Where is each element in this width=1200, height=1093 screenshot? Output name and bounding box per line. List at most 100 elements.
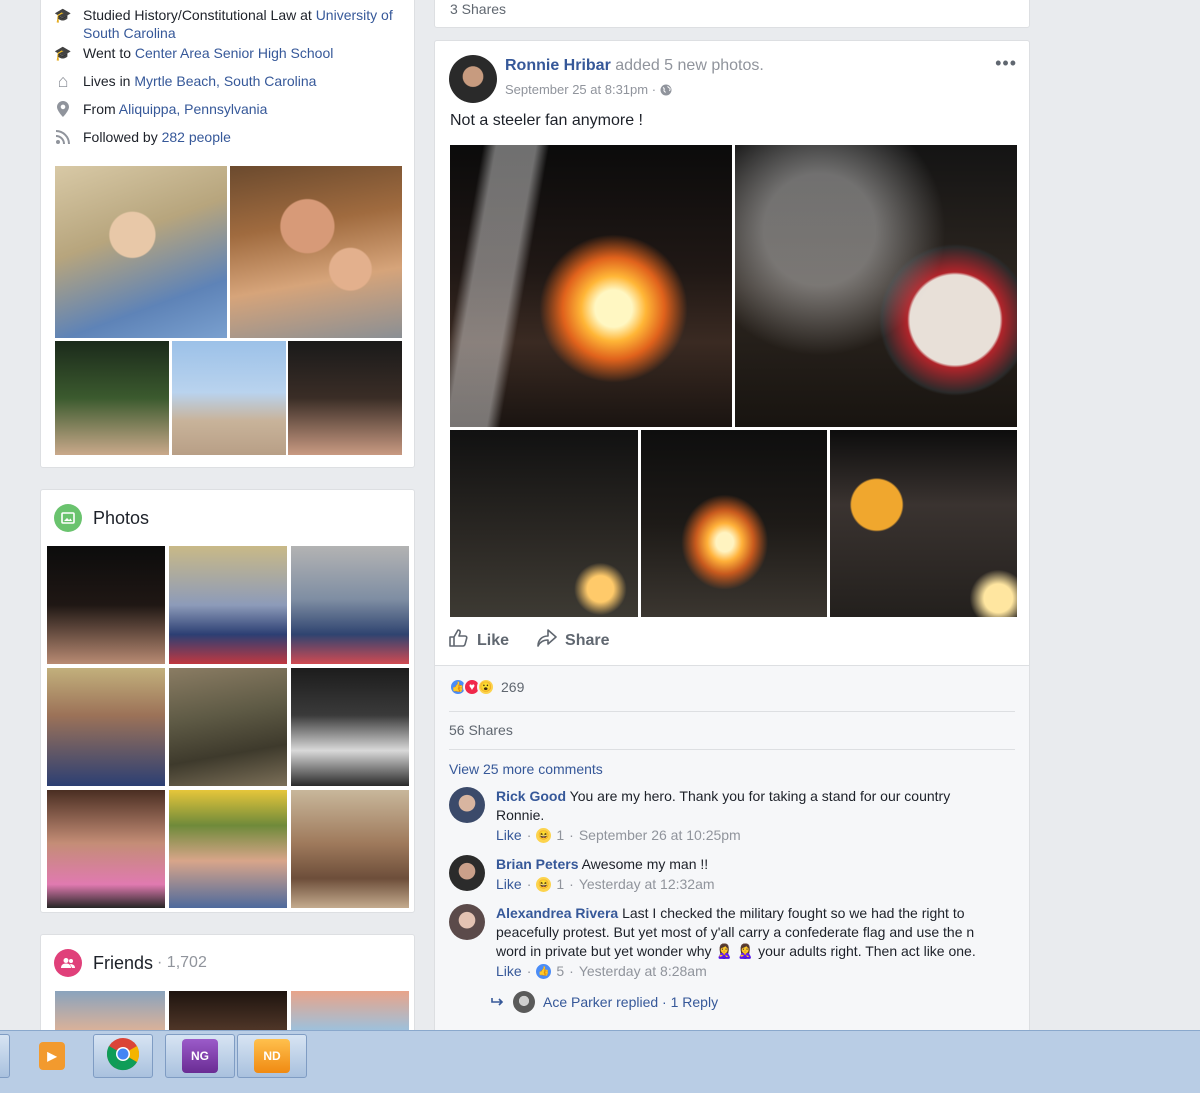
commenter-avatar[interactable]	[449, 904, 485, 940]
intro-text: Lives in	[83, 73, 135, 89]
post-photo[interactable]	[735, 145, 1017, 427]
intro-text: Studied History/Constitutional Law at	[83, 7, 316, 23]
post-photo[interactable]	[450, 145, 732, 427]
thumbs-up-icon	[449, 629, 469, 652]
photos-card: Photos	[40, 489, 415, 913]
featured-photo[interactable]	[230, 166, 402, 338]
comment-reaction-count[interactable]: 1	[556, 826, 564, 845]
comment-like-button[interactable]: Like	[496, 875, 522, 894]
author-name[interactable]: Ronnie Hribar	[505, 57, 611, 74]
post-text: Not a steeler fan anymore !	[450, 112, 643, 129]
post-photo[interactable]	[450, 430, 638, 617]
hometown-link[interactable]: Aliquippa, Pennsylvania	[119, 101, 268, 117]
followers-link[interactable]: 282 people	[162, 129, 231, 145]
graduation-cap-icon: 🎓	[54, 45, 72, 61]
photo-thumbnail[interactable]	[291, 790, 409, 908]
divider	[449, 711, 1015, 712]
photos-icon	[54, 504, 82, 532]
location-pin-icon	[54, 100, 72, 118]
intro-row-lives: ⌂ Lives in Myrtle Beach, South Carolina	[54, 72, 403, 90]
nd-app-icon: ND	[254, 1039, 290, 1073]
featured-photo[interactable]	[55, 166, 227, 338]
reactions-summary[interactable]: 👍 ♥ 😮 269	[449, 678, 524, 696]
commenter-avatar[interactable]	[449, 787, 485, 823]
featured-photo[interactable]	[172, 341, 286, 455]
comment-like-button[interactable]: Like	[496, 962, 522, 981]
friends-icon	[54, 949, 82, 977]
share-arrow-icon	[537, 629, 557, 652]
comment-timestamp[interactable]: Yesterday at 12:32am	[579, 875, 715, 894]
post-action-bar: Like Share	[449, 629, 609, 652]
like-reaction-icon: 👍	[536, 964, 552, 979]
replies-text[interactable]: Ace Parker replied · 1 Reply	[543, 994, 718, 1010]
media-player-icon: ▶	[39, 1042, 65, 1070]
taskbar-button-chrome[interactable]	[93, 1034, 153, 1078]
windows-taskbar: ▶ NG ND	[0, 1030, 1200, 1093]
author-avatar[interactable]	[449, 55, 497, 103]
like-label: Like	[477, 631, 510, 649]
previous-post-footer: 3 Shares	[434, 0, 1030, 28]
commenter-name[interactable]: Brian Peters	[496, 856, 578, 872]
share-button[interactable]: Share	[537, 629, 609, 652]
taskbar-button-media-player[interactable]: ▶	[32, 1034, 72, 1078]
intro-text: Followed by	[83, 129, 162, 145]
post-photo[interactable]	[641, 430, 827, 617]
intro-row-followers: Followed by 282 people	[54, 128, 403, 146]
post-timestamp[interactable]: September 25 at 8:31pm ·	[505, 82, 660, 97]
reply-arrow-icon	[491, 994, 505, 1010]
post-action-text: added 5 new photos.	[610, 57, 764, 74]
comment-like-button[interactable]: Like	[496, 826, 522, 845]
reaction-count[interactable]: 269	[501, 679, 524, 695]
photo-thumbnail[interactable]	[47, 668, 165, 786]
post-photo[interactable]	[830, 430, 1017, 617]
photos-header[interactable]: Photos	[54, 504, 149, 532]
intro-row-highschool: 🎓 Went to Center Area Senior High School	[54, 44, 403, 62]
post-header: Ronnie Hribar added 5 new photos.	[505, 57, 764, 75]
friends-header[interactable]: Friends · 1,702	[54, 949, 207, 977]
comment-reaction-count[interactable]: 5	[556, 962, 564, 981]
photo-thumbnail[interactable]	[169, 546, 287, 664]
comment-timestamp[interactable]: Yesterday at 8:28am	[579, 962, 707, 981]
comment-reaction-count[interactable]: 1	[556, 875, 564, 894]
haha-reaction-icon: 😆	[536, 877, 552, 892]
shares-count[interactable]: 3 Shares	[450, 1, 506, 17]
comment: Rick Good You are my hero. Thank you for…	[449, 787, 1009, 847]
highschool-link[interactable]: Center Area Senior High School	[135, 45, 333, 61]
view-more-comments-link[interactable]: View 25 more comments	[449, 761, 603, 777]
chrome-icon	[106, 1037, 140, 1076]
intro-row-from: From Aliquippa, Pennsylvania	[54, 100, 403, 118]
haha-reaction-icon: 😆	[536, 828, 552, 843]
divider	[449, 749, 1015, 750]
shares-count[interactable]: 56 Shares	[449, 722, 513, 738]
featured-photo[interactable]	[55, 341, 169, 455]
share-label: Share	[565, 631, 610, 649]
photos-title[interactable]: Photos	[93, 508, 149, 529]
comment-timestamp[interactable]: September 26 at 10:25pm	[579, 826, 741, 845]
post-card: Ronnie Hribar added 5 new photos. Septem…	[434, 40, 1030, 1051]
replier-avatar	[513, 991, 535, 1013]
taskbar-button[interactable]	[0, 1034, 10, 1078]
friends-count: · 1,702	[157, 954, 207, 971]
wow-reaction-icon: 😮	[477, 678, 495, 696]
post-options-button[interactable]: •••	[995, 53, 1017, 74]
photo-thumbnail[interactable]	[291, 668, 409, 786]
ng-app-icon: NG	[182, 1039, 218, 1073]
commenter-avatar[interactable]	[449, 855, 485, 891]
photo-thumbnail[interactable]	[47, 790, 165, 908]
photo-thumbnail[interactable]	[169, 790, 287, 908]
lives-in-link[interactable]: Myrtle Beach, South Carolina	[134, 73, 316, 89]
commenter-name[interactable]: Alexandrea Rivera	[496, 905, 618, 921]
like-button[interactable]: Like	[449, 629, 509, 652]
commenter-name[interactable]: Rick Good	[496, 788, 566, 804]
photo-thumbnail[interactable]	[291, 546, 409, 664]
featured-photo[interactable]	[288, 341, 402, 455]
taskbar-button-ng[interactable]: NG	[165, 1034, 235, 1078]
taskbar-button-nd[interactable]: ND	[237, 1034, 307, 1078]
photo-thumbnail[interactable]	[47, 546, 165, 664]
intro-text: From	[83, 101, 119, 117]
graduation-cap-icon: 🎓	[54, 7, 72, 23]
photo-thumbnail[interactable]	[169, 668, 287, 786]
friends-title[interactable]: Friends	[93, 953, 153, 974]
post-footer: 👍 ♥ 😮 269 56 Shares View 25 more comment…	[435, 665, 1029, 1051]
view-replies-link[interactable]: Ace Parker replied · 1 Reply	[491, 991, 718, 1013]
